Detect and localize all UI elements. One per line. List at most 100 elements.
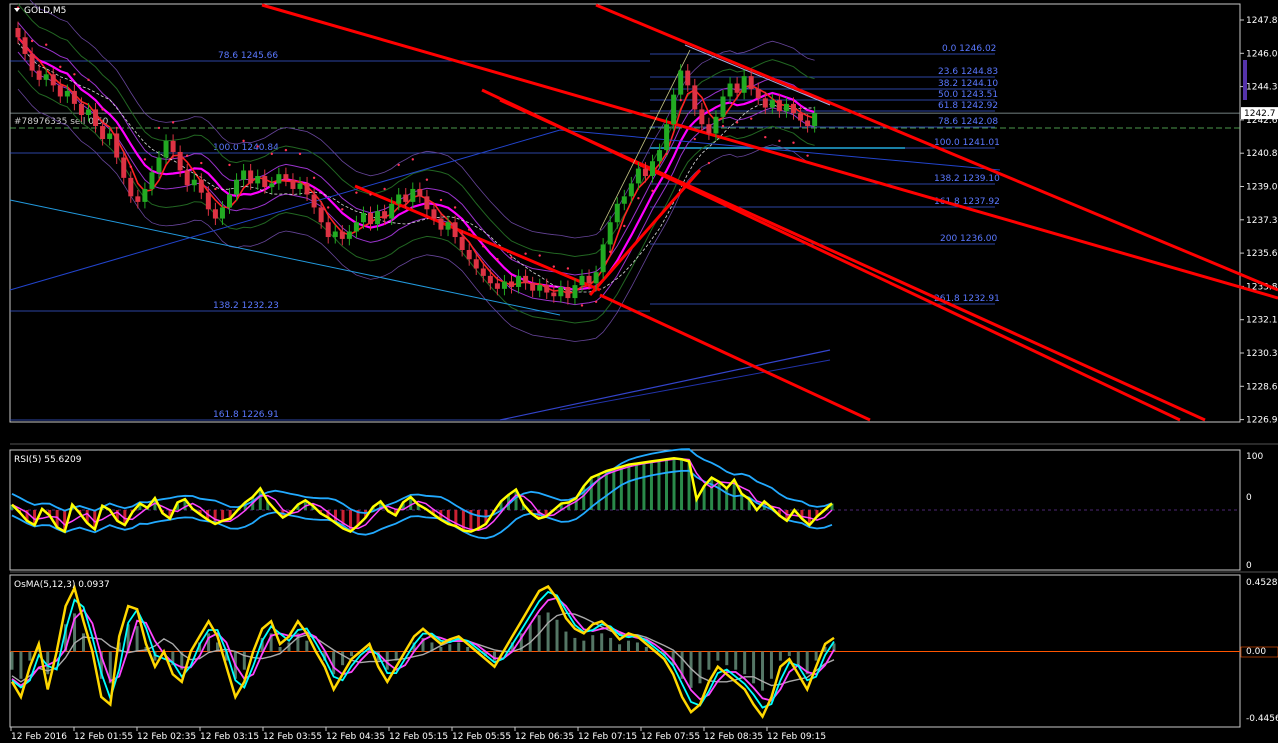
candle-body bbox=[22, 37, 28, 54]
candle-body bbox=[234, 179, 240, 195]
candle-body bbox=[311, 194, 317, 208]
candle-body bbox=[565, 286, 571, 299]
candle-body bbox=[530, 283, 536, 291]
sar-dot bbox=[73, 73, 76, 76]
candle-body bbox=[480, 268, 486, 276]
osma-histogram-bar bbox=[707, 651, 711, 670]
sar-dot bbox=[312, 176, 316, 180]
sar-dot bbox=[637, 197, 640, 200]
fib-level-label: 138.2 1232.23 bbox=[213, 301, 279, 311]
osma-histogram-bar bbox=[555, 619, 559, 652]
sar-dot bbox=[735, 121, 739, 124]
candle-body bbox=[29, 53, 35, 71]
candle-body bbox=[93, 109, 99, 127]
osma-histogram-bar bbox=[278, 647, 282, 652]
sar-dot bbox=[609, 250, 612, 254]
sar-dot bbox=[693, 137, 696, 141]
candle-body bbox=[741, 76, 747, 93]
sar-dot bbox=[341, 208, 344, 211]
price-axis-label: 1239.0 bbox=[1246, 183, 1278, 193]
osma-histogram-bar bbox=[135, 626, 139, 652]
sar-dot bbox=[679, 98, 682, 102]
sar-dot bbox=[425, 178, 429, 181]
sar-dot bbox=[665, 152, 668, 156]
time-axis-label: 12 Feb 04:35 bbox=[326, 732, 385, 742]
candle-body bbox=[466, 249, 472, 260]
sar-dot bbox=[30, 39, 34, 43]
sar-dot bbox=[707, 161, 711, 165]
candle-body bbox=[100, 126, 106, 140]
candle-body bbox=[727, 83, 733, 97]
osma-histogram-bar bbox=[28, 651, 32, 661]
candle-body bbox=[628, 183, 634, 197]
sar-dot bbox=[45, 43, 48, 46]
trading-chart[interactable]: 1247.81246.01244.31242.61240.81239.01237… bbox=[0, 0, 1278, 743]
rsi-histogram-bar bbox=[642, 462, 646, 510]
candle-body bbox=[431, 209, 437, 219]
osma-axis-label: -0.4456 bbox=[1246, 714, 1278, 724]
candle-body bbox=[755, 89, 761, 99]
candle-body bbox=[198, 179, 204, 193]
sar-dot bbox=[524, 252, 527, 255]
candle-body bbox=[290, 179, 296, 189]
fib-level-label: 138.2 1239.10 bbox=[934, 174, 1000, 184]
candle-body bbox=[135, 196, 141, 202]
sar-dot bbox=[552, 265, 555, 268]
candle-body bbox=[671, 94, 677, 125]
sar-dot bbox=[242, 139, 245, 143]
candle-body bbox=[600, 244, 606, 273]
osma-histogram-bar bbox=[573, 637, 577, 652]
candle-body bbox=[586, 275, 592, 284]
candle-body bbox=[255, 176, 261, 184]
sar-dot bbox=[468, 228, 471, 231]
candle-body bbox=[748, 76, 754, 90]
candle-body bbox=[650, 161, 655, 177]
rsi-histogram-bar bbox=[604, 471, 608, 510]
sar-dot bbox=[59, 65, 62, 69]
rsi-histogram-bar bbox=[634, 463, 638, 510]
candle-body bbox=[473, 259, 479, 269]
osma-histogram-bar bbox=[305, 640, 309, 652]
sar-dot bbox=[256, 145, 259, 148]
candle-body bbox=[191, 179, 197, 186]
sar-dot bbox=[806, 154, 809, 157]
sar-dot bbox=[439, 198, 443, 202]
sar-dot bbox=[721, 124, 725, 128]
osma-histogram-bar bbox=[466, 647, 470, 652]
sar-dot bbox=[369, 193, 372, 196]
candle-body bbox=[621, 196, 627, 204]
candle-body bbox=[50, 74, 56, 86]
osma-histogram-bar bbox=[725, 651, 729, 666]
lower-envelope-curve bbox=[499, 349, 831, 421]
osma-histogram-bar bbox=[778, 651, 782, 661]
osma-histogram-bar bbox=[564, 631, 568, 652]
candle-body bbox=[346, 231, 352, 239]
candle-body bbox=[783, 103, 789, 112]
price-axis-label: 1232.1 bbox=[1246, 316, 1278, 326]
osma-histogram-bar bbox=[814, 651, 818, 661]
osma-histogram-bar bbox=[591, 635, 595, 652]
sar-dot bbox=[651, 189, 654, 193]
price-scroll-marker bbox=[1243, 60, 1247, 100]
sar-dot bbox=[623, 224, 626, 228]
lower-envelope-curve bbox=[559, 359, 831, 411]
time-axis-label: 12 Feb 05:15 bbox=[389, 732, 448, 742]
candle-body bbox=[445, 222, 451, 230]
osma-histogram-bar bbox=[600, 633, 604, 652]
price-axis-label: 1247.8 bbox=[1246, 16, 1278, 26]
candle-body bbox=[205, 192, 211, 210]
osma-histogram-bar bbox=[350, 651, 354, 657]
candle-body bbox=[642, 168, 648, 177]
sar-dot bbox=[228, 163, 231, 167]
rsi-axis-label: 0 bbox=[1246, 493, 1252, 503]
current-price-label: 1242.7 bbox=[1244, 109, 1276, 119]
sar-dot bbox=[750, 117, 753, 120]
osma-label: OsMA(5,12,3) 0.0937 bbox=[14, 580, 110, 590]
sar-dot bbox=[171, 121, 175, 124]
osma-histogram-bar bbox=[582, 640, 586, 652]
rsi-histogram-bar bbox=[221, 510, 225, 521]
candle-body bbox=[64, 90, 70, 97]
candle-body bbox=[396, 194, 402, 204]
sar-dot bbox=[594, 300, 598, 303]
price-axis-label: 1240.8 bbox=[1246, 149, 1278, 159]
